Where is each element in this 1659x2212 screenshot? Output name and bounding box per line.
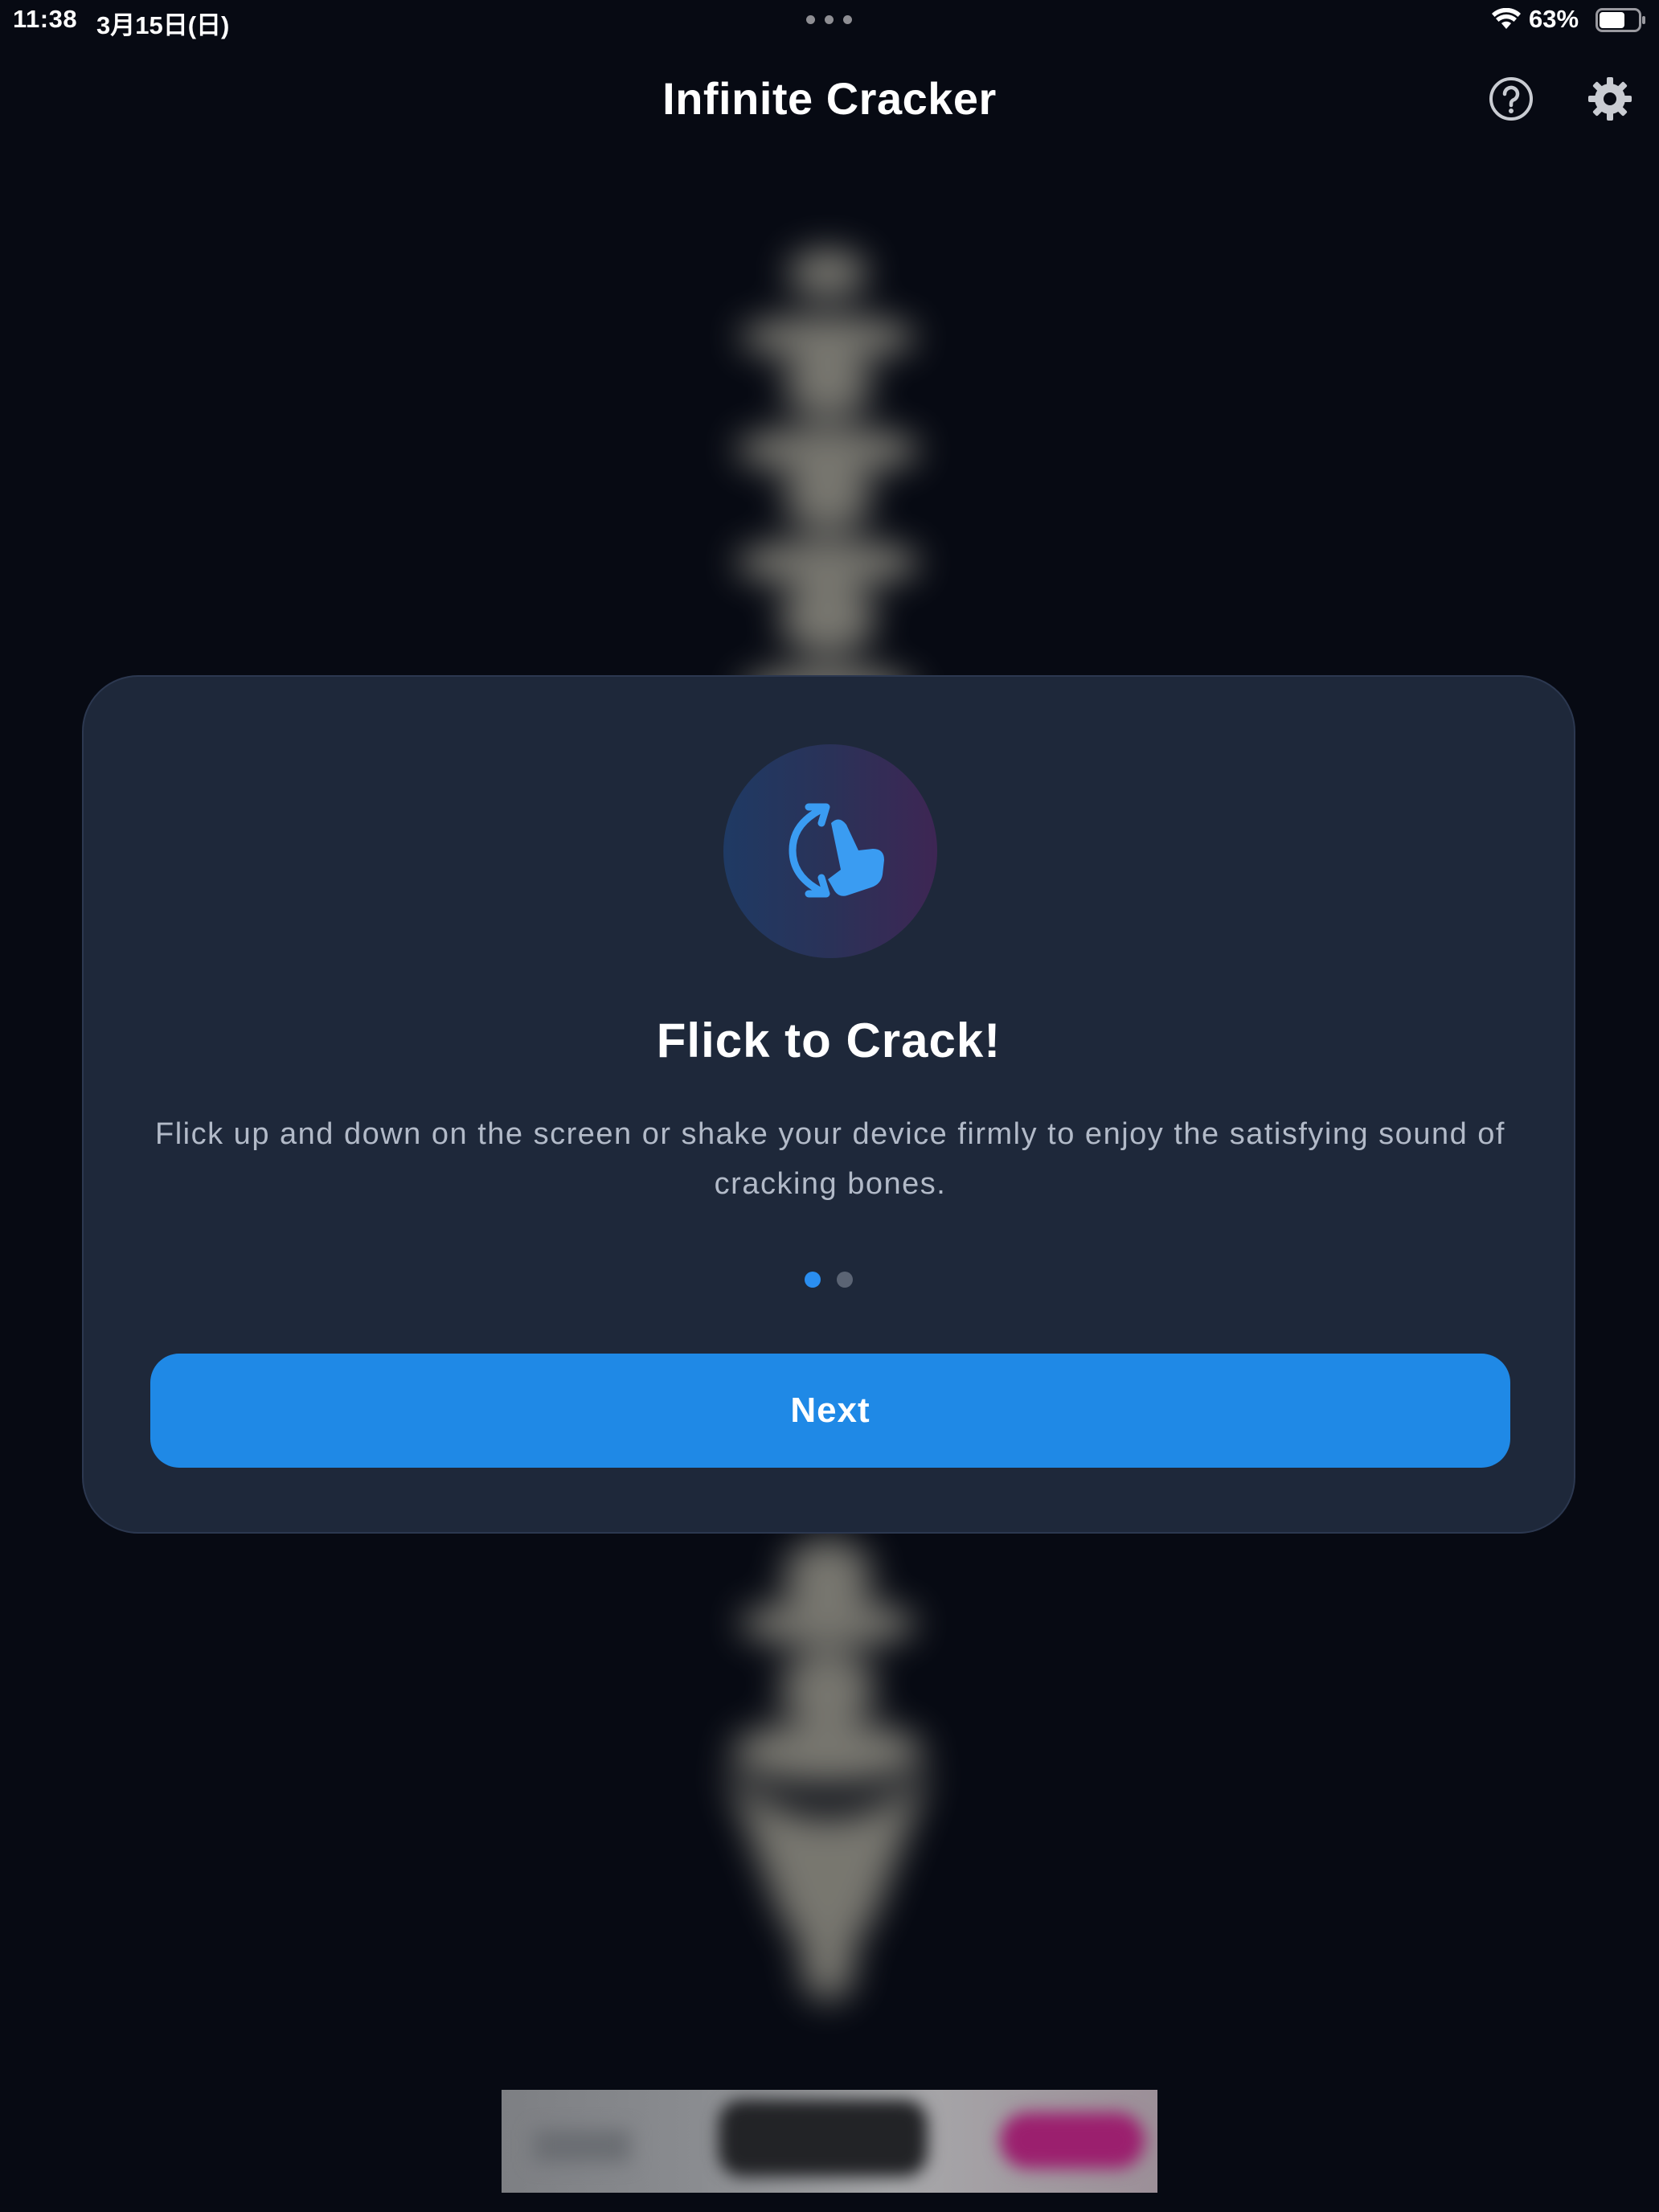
flick-hand-rotate-icon (789, 803, 884, 898)
status-bar: 11:38 3月15日(日) 63% (0, 0, 1659, 40)
wifi-icon (1492, 8, 1521, 29)
page-indicator[interactable] (84, 1272, 1574, 1289)
onboarding-title: Flick to Crack! (656, 1014, 1002, 1067)
status-time: 11:38 (13, 5, 78, 33)
page-dot-1[interactable] (805, 1272, 821, 1288)
page-title: Infinite Cracker (662, 73, 997, 124)
onboarding-icon-badge (723, 744, 937, 958)
page-dot-2[interactable] (837, 1272, 853, 1288)
ad-banner[interactable] (502, 2090, 1157, 2193)
gear-icon[interactable] (1587, 76, 1633, 122)
app-screen: 11:38 3月15日(日) 63% Infinite Cracker Flic… (0, 0, 1659, 2212)
next-button[interactable]: Next (150, 1354, 1510, 1468)
onboarding-modal: Flick to Crack! Flick up and down on the… (82, 675, 1575, 1534)
battery-icon (1596, 8, 1645, 32)
multitasking-dots-icon[interactable] (806, 14, 853, 25)
battery-percent: 63% (1529, 5, 1579, 33)
onboarding-description: Flick up and down on the screen or shake… (155, 1117, 1505, 1201)
status-date: 3月15日(日) (96, 11, 230, 39)
help-icon[interactable] (1488, 76, 1534, 122)
